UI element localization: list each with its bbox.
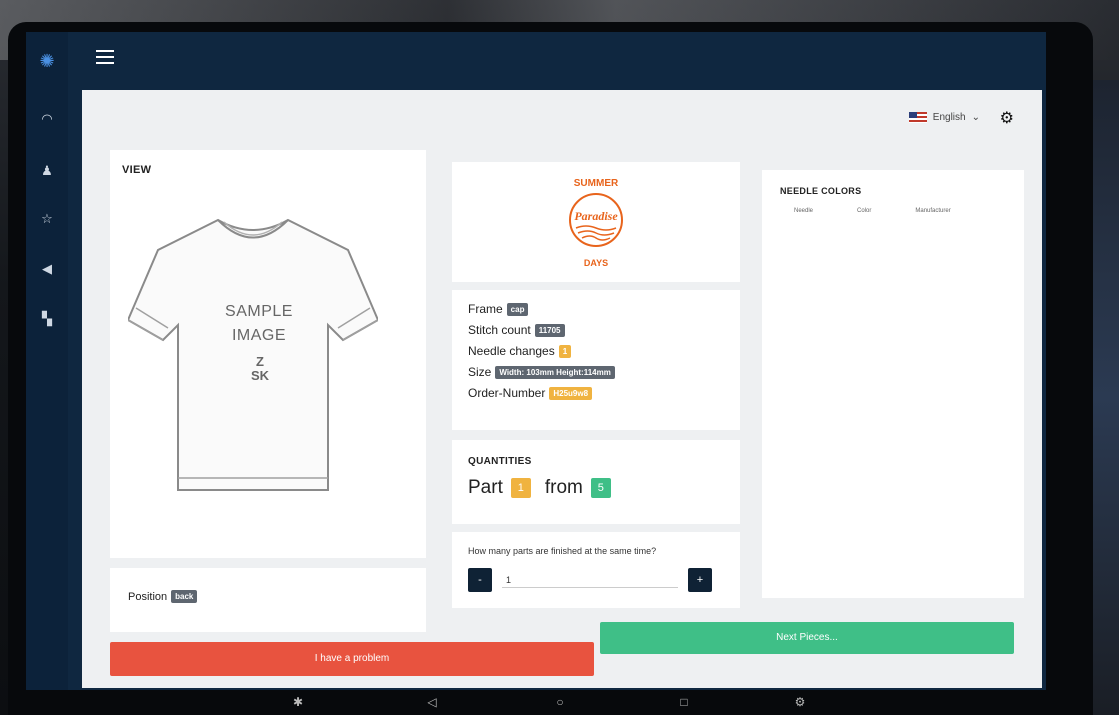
topbar <box>68 32 1046 88</box>
column-header-manufacturer: Manufacturer <box>915 208 951 214</box>
stitch-row: Stitch count 11705 <box>468 323 724 337</box>
settings-nav-icon[interactable]: ⚙ <box>792 694 808 710</box>
frame-badge: cap <box>506 302 529 316</box>
next-pieces-button[interactable]: Next Pieces... <box>600 622 1014 654</box>
gear-nav-icon[interactable]: ✱ <box>290 694 306 710</box>
chevron-down-icon: ⌄ <box>971 112 980 123</box>
position-badge: back <box>171 590 198 603</box>
needle-colors-table-header: Needle Color Manufacturer <box>780 208 1006 214</box>
us-flag-icon <box>908 112 927 123</box>
size-badge: Width: 103mm Height:114mm <box>495 365 615 379</box>
part-label: Part <box>468 477 503 498</box>
order-number-badge: H25u9w8 <box>549 386 593 400</box>
language-label: English <box>932 112 966 123</box>
stats-icon[interactable]: ▚ <box>36 308 58 330</box>
order-number-row: Order-Number H25u9w8 <box>468 386 724 400</box>
zsk-brand-logo: Z SK <box>250 354 270 383</box>
android-navbar: ✱ ◁ ○ □ ⚙ <box>26 690 1046 715</box>
needle-colors-card: NEEDLE COLORS Needle Color Manufacturer <box>762 170 1024 598</box>
main-content: English ⌄ ⚙ VIEW SAMPLE IMAGE Z SK Posit… <box>82 90 1042 688</box>
view-card: VIEW SAMPLE IMAGE Z SK <box>110 150 426 558</box>
tshirt-image: SAMPLE IMAGE Z SK <box>126 210 380 500</box>
sample-image-text: SAMPLE IMAGE <box>225 303 293 344</box>
logo-bottom-text: DAYS <box>584 258 608 268</box>
part-badge: 1 <box>510 478 531 498</box>
logo-middle-text: Paradise <box>574 209 618 223</box>
quantity-stepper: - 1 + <box>468 568 724 592</box>
settings-gear-icon[interactable]: ⚙ <box>1000 108 1014 128</box>
hamburger-menu-icon[interactable] <box>96 50 114 64</box>
increment-button[interactable]: + <box>688 568 712 592</box>
parts-finished-card: How many parts are finished at the same … <box>452 532 740 608</box>
stitch-badge: 11705 <box>534 323 565 337</box>
dashboard-icon[interactable]: ◠ <box>36 108 58 130</box>
quantities-row: Part 1 from 5 <box>468 477 724 499</box>
language-selector[interactable]: English ⌄ <box>908 112 980 123</box>
position-label: Position <box>128 590 168 603</box>
embroidery-info-card: Frame cap Stitch count 11705 Needle chan… <box>452 290 740 430</box>
quantity-input[interactable]: 1 <box>502 573 678 588</box>
frame-row: Frame cap <box>468 302 724 316</box>
users-icon[interactable]: ♟ <box>36 160 58 182</box>
needle-changes-badge: 1 <box>558 344 572 358</box>
size-row: Size Width: 103mm Height:114mm <box>468 365 724 379</box>
decrement-button[interactable]: - <box>468 568 492 592</box>
view-title: VIEW <box>122 164 152 176</box>
needle-changes-row: Needle changes 1 <box>468 344 724 358</box>
logo-top-text: SUMMER <box>574 178 619 189</box>
recents-nav-icon[interactable]: □ <box>676 694 692 710</box>
column-header-color: Color <box>857 208 872 214</box>
needle-colors-title: NEEDLE COLORS <box>780 186 862 196</box>
design-logo-card: SUMMER Paradise DAYS <box>452 162 740 282</box>
position-card: Position back <box>110 568 426 632</box>
report-problem-button[interactable]: I have a problem <box>110 642 594 676</box>
back-nav-icon[interactable]: ◁ <box>424 694 440 710</box>
app-screen: ✺ ◠ ♟ ☆ ◀ ▚ English ⌄ ⚙ VIEW SAMPLE IMAG… <box>26 32 1046 690</box>
summer-paradise-logo: SUMMER Paradise DAYS <box>569 178 623 268</box>
quantities-card: QUANTITIES Part 1 from 5 <box>452 440 740 524</box>
quantities-title: QUANTITIES <box>468 456 532 467</box>
home-nav-icon[interactable]: ○ <box>552 694 568 710</box>
from-label: from <box>544 477 583 498</box>
column-header-needle: Needle <box>794 208 814 214</box>
star-icon[interactable]: ☆ <box>36 208 58 230</box>
send-icon[interactable]: ◀ <box>36 258 58 280</box>
from-badge: 5 <box>590 478 611 498</box>
gear-logo-icon[interactable]: ✺ <box>36 50 58 72</box>
parts-finished-question: How many parts are finished at the same … <box>468 546 657 556</box>
sidebar: ✺ ◠ ♟ ☆ ◀ ▚ <box>26 32 68 690</box>
